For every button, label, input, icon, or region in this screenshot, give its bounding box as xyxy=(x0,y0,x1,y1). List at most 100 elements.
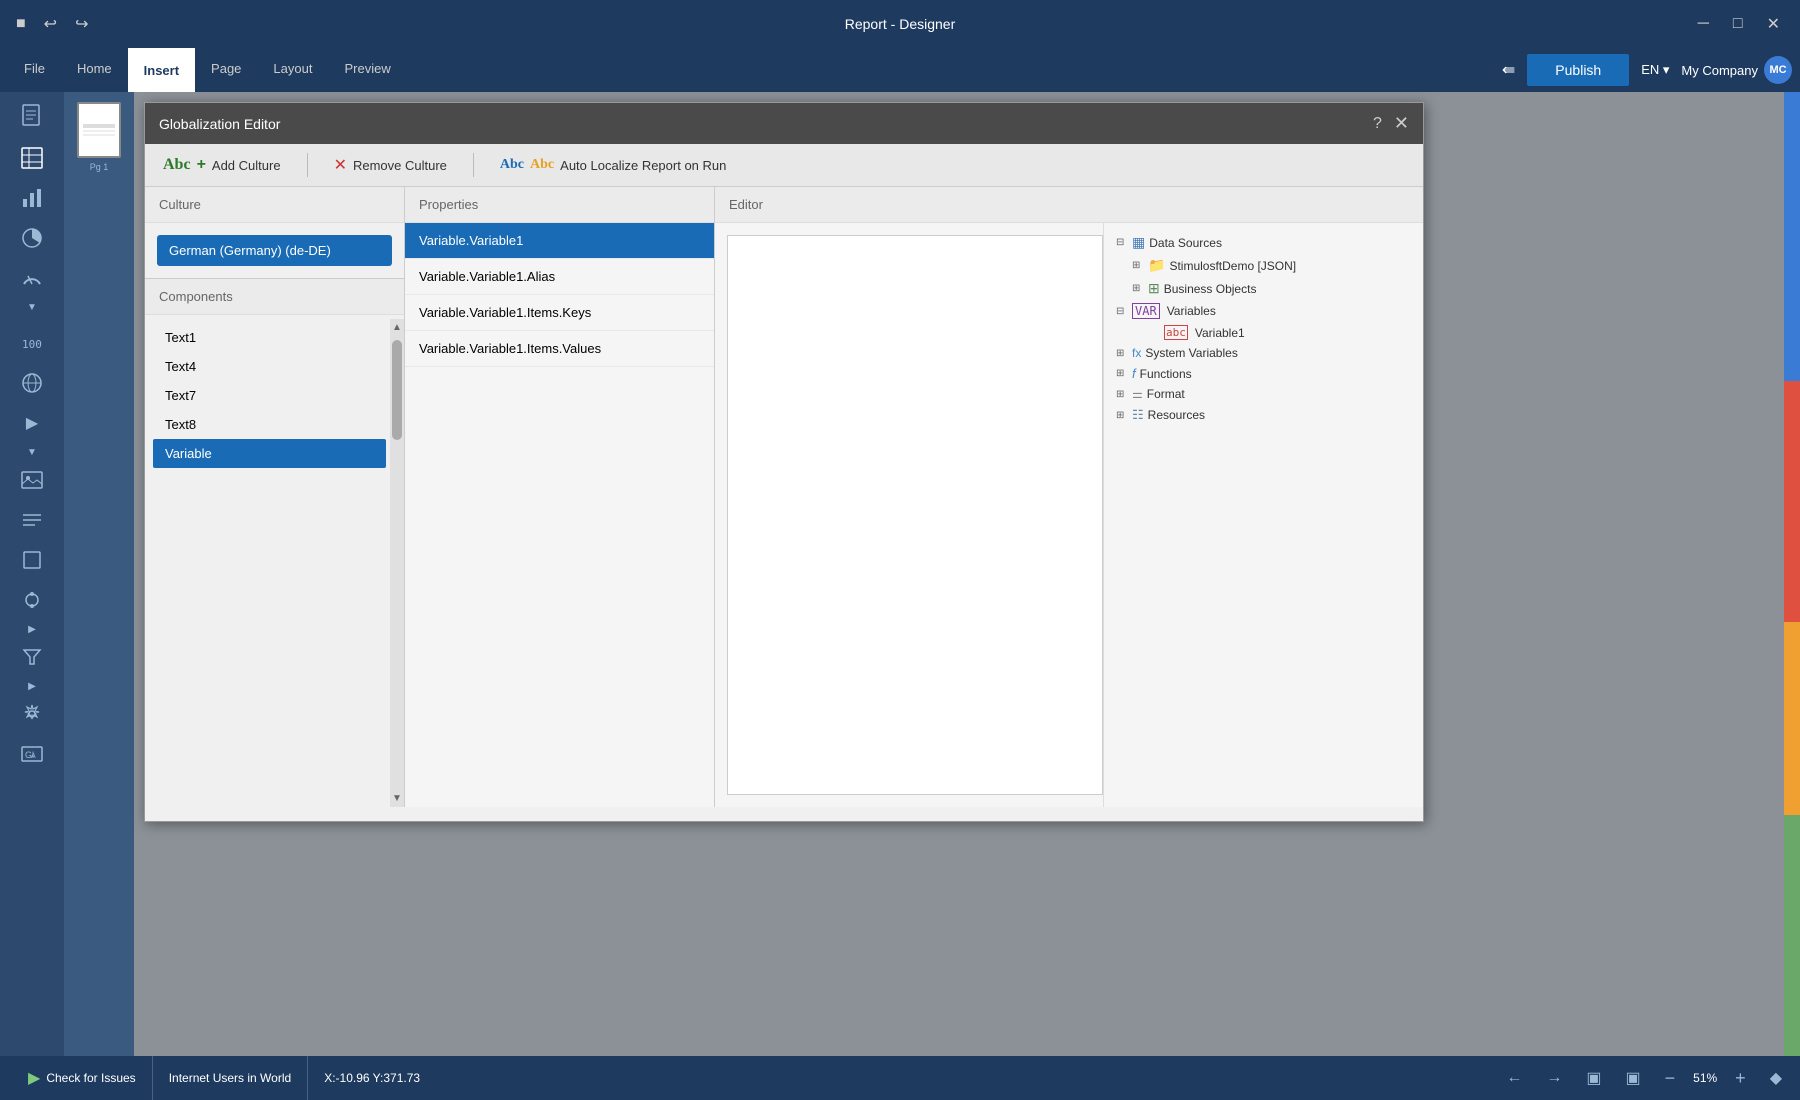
sidebar-pie-icon[interactable] xyxy=(10,220,54,256)
editor-text-area[interactable] xyxy=(727,235,1103,795)
sidebar-expand-btn[interactable]: ▼ xyxy=(27,447,37,458)
language-selector[interactable]: EN ▾ xyxy=(1641,62,1669,78)
sidebar-chart-icon[interactable] xyxy=(10,180,54,216)
undo-button[interactable]: ↩ xyxy=(40,10,61,38)
component-variable[interactable]: Variable xyxy=(153,439,386,468)
tree-label-variable1: Variable1 xyxy=(1195,326,1245,340)
status-right: ← → ▣ ▣ − 51% + ◆ xyxy=(1500,1064,1788,1092)
left-column: Culture German (Germany) (de-DE) Compone… xyxy=(145,187,405,807)
sidebar-shape-icon[interactable] xyxy=(10,542,54,578)
sidebar-list-icon[interactable] xyxy=(10,502,54,538)
toolbar-sep2 xyxy=(473,153,474,177)
tree-expand-resources[interactable]: ⊞ xyxy=(1116,410,1128,421)
modal-close-button[interactable]: ✕ xyxy=(1394,113,1409,134)
check-issues-button[interactable]: ▶ Check for Issues xyxy=(12,1056,153,1100)
add-culture-button[interactable]: Abc + Add Culture xyxy=(157,153,287,177)
components-scrollbar[interactable]: ▲ ▼ xyxy=(390,319,404,807)
component-text1[interactable]: Text1 xyxy=(153,323,386,352)
tree-functions[interactable]: ⊞ f Functions xyxy=(1112,363,1415,384)
properties-list: Variable.Variable1 Variable.Variable1.Al… xyxy=(405,223,714,367)
culture-item-german[interactable]: German (Germany) (de-DE) xyxy=(157,235,392,266)
auto-localize-label: Auto Localize Report on Run xyxy=(560,158,726,173)
property-variable1-values[interactable]: Variable.Variable1.Items.Values xyxy=(405,331,714,367)
tree-expand-functions[interactable]: ⊞ xyxy=(1116,368,1128,379)
tree-label-resources: Resources xyxy=(1148,408,1205,422)
tree-expand-stimulosft[interactable]: ⊞ xyxy=(1132,260,1144,271)
modal-toolbar: Abc + Add Culture ✕ Remove Culture Abc A… xyxy=(145,144,1423,187)
add-culture-icon: Abc xyxy=(163,156,191,174)
sidebar-settings-icon[interactable] xyxy=(10,696,54,732)
menu-page[interactable]: Page xyxy=(195,48,257,92)
sidebar-globe-icon[interactable] xyxy=(10,365,54,401)
tree-label-format: Format xyxy=(1147,387,1185,401)
menu-layout[interactable]: Layout xyxy=(257,48,328,92)
sidebar-expand3-btn[interactable]: ▶ xyxy=(28,681,36,692)
nav-page-icon[interactable]: ▣ xyxy=(1580,1064,1607,1092)
property-variable1[interactable]: Variable.Variable1 xyxy=(405,223,714,259)
property-variable1-alias[interactable]: Variable.Variable1.Alias xyxy=(405,259,714,295)
modal-help-icon[interactable]: ? xyxy=(1373,115,1382,133)
sidebar-number-icon[interactable]: 100 xyxy=(10,325,54,361)
nav-forward-icon[interactable]: → xyxy=(1540,1065,1568,1091)
sidebar-table-icon[interactable] xyxy=(10,140,54,176)
window-menu-icon[interactable]: ■ xyxy=(12,11,30,37)
culture-header: Culture xyxy=(145,187,404,223)
close-button[interactable]: ✕ xyxy=(1759,10,1788,38)
sidebar-component-icon[interactable] xyxy=(10,582,54,618)
user-avatar[interactable]: MC xyxy=(1764,56,1792,84)
coordinates-display: X:-10.96 Y:371.73 xyxy=(308,1056,436,1100)
menu-preview[interactable]: Preview xyxy=(328,48,406,92)
tree-label-functions: Functions xyxy=(1140,367,1192,381)
sidebar-filter-icon[interactable] xyxy=(10,639,54,675)
tree-stimulosft[interactable]: ⊞ 📁 StimulosftDemo [JSON] xyxy=(1128,254,1415,277)
minimize-button[interactable]: ─ xyxy=(1690,11,1717,37)
tree-system-variables[interactable]: ⊞ fx System Variables xyxy=(1112,343,1415,363)
components-header: Components xyxy=(145,279,404,315)
maximize-button[interactable]: □ xyxy=(1725,11,1751,37)
share-icon[interactable]: ⇚ xyxy=(1502,60,1515,80)
property-variable1-keys[interactable]: Variable.Variable1.Items.Keys xyxy=(405,295,714,331)
sidebar-expand2-btn[interactable]: ▶ xyxy=(28,624,36,635)
sidebar-bottom-icon[interactable]: GlA xyxy=(10,736,54,772)
tree-variables[interactable]: ⊟ VAR Variables xyxy=(1112,300,1415,322)
menu-home[interactable]: Home xyxy=(61,48,128,92)
auto-localize-button[interactable]: Abc Abc Auto Localize Report on Run xyxy=(494,154,732,176)
report-name: Internet Users in World xyxy=(153,1056,309,1100)
publish-button[interactable]: Publish xyxy=(1527,54,1629,86)
tree-icon-variables: VAR xyxy=(1132,303,1160,319)
component-text4[interactable]: Text4 xyxy=(153,352,386,381)
tree-business-objects[interactable]: ⊞ ⊞ Business Objects xyxy=(1128,277,1415,300)
editor-header: Editor xyxy=(715,187,1423,223)
redo-button[interactable]: ↪ xyxy=(71,10,92,38)
tree-resources[interactable]: ⊞ ☷ Resources xyxy=(1112,404,1415,426)
zoom-plus-button[interactable]: + xyxy=(1729,1068,1752,1089)
nav-back-icon[interactable]: ← xyxy=(1500,1065,1528,1091)
scroll-down-arrow[interactable]: ▼ xyxy=(389,790,405,807)
sidebar-gauge-icon[interactable] xyxy=(10,260,54,296)
tree-format[interactable]: ⊞ ⚌ Format xyxy=(1112,384,1415,404)
remove-culture-label: Remove Culture xyxy=(353,158,447,173)
tree-expand-variables[interactable]: ⊟ xyxy=(1116,306,1128,317)
sidebar-image-icon[interactable] xyxy=(10,462,54,498)
nav-number-icon[interactable]: ▣ xyxy=(1620,1064,1647,1092)
sidebar-page-icon[interactable] xyxy=(10,100,54,136)
page-thumbnail[interactable] xyxy=(77,102,121,158)
component-text7[interactable]: Text7 xyxy=(153,381,386,410)
component-text8[interactable]: Text8 xyxy=(153,410,386,439)
zoom-minus-button[interactable]: − xyxy=(1659,1068,1682,1089)
sidebar-collapse-btn[interactable]: ▼ xyxy=(27,302,37,313)
tree-data-sources[interactable]: ⊟ ▦ Data Sources xyxy=(1112,231,1415,254)
sidebar-arrow-icon[interactable]: ▶ xyxy=(10,405,54,441)
menu-file[interactable]: File xyxy=(8,48,61,92)
tree-expand-format[interactable]: ⊞ xyxy=(1116,389,1128,400)
page-label: Pg 1 xyxy=(90,162,109,172)
scroll-up-arrow[interactable]: ▲ xyxy=(389,319,405,336)
menu-insert[interactable]: Insert xyxy=(128,48,195,92)
tree-expand-bizobjects[interactable]: ⊞ xyxy=(1132,283,1144,294)
tree-expand-sysvars[interactable]: ⊞ xyxy=(1116,348,1128,359)
menu-bar: File Home Insert Page Layout Preview ⇚ P… xyxy=(0,48,1800,92)
tree-variable1[interactable]: abc Variable1 xyxy=(1144,322,1415,343)
remove-culture-button[interactable]: ✕ Remove Culture xyxy=(328,152,453,178)
tree-expand-datasources[interactable]: ⊟ xyxy=(1116,237,1128,248)
quality-icon[interactable]: ◆ xyxy=(1764,1064,1788,1092)
